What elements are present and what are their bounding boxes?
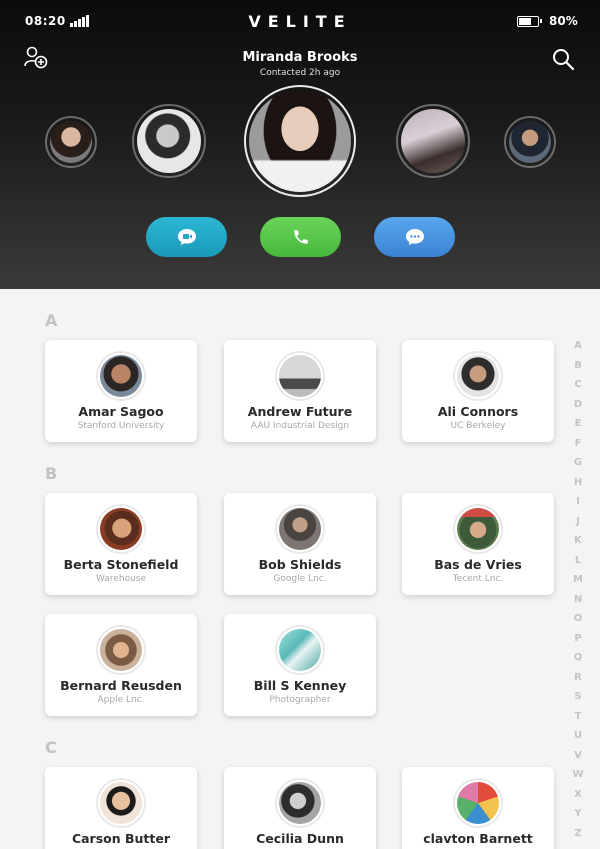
contact-card[interactable]: Amar Sagoo Stanford University xyxy=(45,340,197,442)
alphabet-letter[interactable]: N xyxy=(566,594,590,614)
alphabet-letter[interactable]: C xyxy=(566,379,590,399)
contact-card[interactable]: Bernard Reusden Apple Lnc. xyxy=(45,614,197,716)
alphabet-letter[interactable]: D xyxy=(566,399,590,419)
avatar xyxy=(453,504,503,554)
message-button[interactable] xyxy=(374,217,455,257)
alphabet-letter[interactable]: J xyxy=(566,516,590,536)
contact-subtitle: AAU Industrial Design xyxy=(250,421,350,431)
avatar xyxy=(275,351,325,401)
alphabet-letter[interactable]: B xyxy=(566,360,590,380)
alphabet-letter[interactable]: X xyxy=(566,789,590,809)
avatar xyxy=(96,504,146,554)
alphabet-letter[interactable]: G xyxy=(566,457,590,477)
phone-icon xyxy=(293,230,308,244)
alphabet-letter[interactable]: M xyxy=(566,574,590,594)
call-button[interactable] xyxy=(260,217,341,257)
contact-name: Bas de Vries xyxy=(434,557,522,572)
contact-subtitle: Google Lnc. xyxy=(273,574,327,584)
contact-card[interactable]: Berta Stonefield Warehouse xyxy=(45,493,197,595)
contact-header: 08:20 VELITE 80% Miranda Brooks Contacte… xyxy=(0,0,600,289)
contact-subtitle: UC Berkeley xyxy=(450,421,506,431)
alphabet-letter[interactable]: E xyxy=(566,418,590,438)
carousel-avatar[interactable] xyxy=(45,116,97,168)
avatar xyxy=(96,625,146,675)
avatar xyxy=(275,504,325,554)
contact-card[interactable]: clavton Barnett xyxy=(402,767,554,849)
alphabet-letter[interactable]: O xyxy=(566,613,590,633)
alphabet-letter[interactable]: L xyxy=(566,555,590,575)
chat-bubble-icon xyxy=(405,229,424,245)
section-letter: B xyxy=(45,464,58,483)
alphabet-letter[interactable]: U xyxy=(566,730,590,750)
app-logo: VELITE xyxy=(248,12,352,31)
contact-name: Berta Stonefield xyxy=(63,557,179,572)
contact-name: Carson Butter xyxy=(71,831,171,846)
featured-contact-subtitle: Contacted 2h ago xyxy=(259,68,341,78)
battery-percent: 80% xyxy=(549,14,578,28)
contact-card[interactable]: Ali Connors UC Berkeley xyxy=(402,340,554,442)
alphabet-letter[interactable]: V xyxy=(566,750,590,770)
battery-icon xyxy=(517,16,542,27)
alphabet-letter[interactable]: S xyxy=(566,691,590,711)
avatar xyxy=(96,778,146,828)
alphabet-letter[interactable]: R xyxy=(566,672,590,692)
alphabet-letter[interactable]: K xyxy=(566,535,590,555)
featured-contact-name: Miranda Brooks xyxy=(242,50,358,65)
contact-name: Cecilia Dunn xyxy=(256,831,344,846)
avatar xyxy=(275,625,325,675)
status-bar: 08:20 VELITE 80% xyxy=(0,0,600,44)
contact-card[interactable]: Bill S Kenney Photographer xyxy=(224,614,376,716)
carousel-avatar[interactable] xyxy=(504,116,556,168)
contact-name: Amar Sagoo xyxy=(78,404,164,419)
alphabet-letter[interactable]: Q xyxy=(566,652,590,672)
alphabet-letter[interactable]: H xyxy=(566,477,590,497)
contact-card[interactable]: Bob Shields Google Lnc. xyxy=(224,493,376,595)
contact-subtitle: Warehouse xyxy=(95,574,147,584)
alphabet-letter[interactable]: T xyxy=(566,711,590,731)
alphabet-letter[interactable]: P xyxy=(566,633,590,653)
contact-name: Bill S Kenney xyxy=(253,678,347,693)
contact-card[interactable]: Carson Butter xyxy=(45,767,197,849)
section-letter: C xyxy=(45,738,57,757)
video-chat-button[interactable] xyxy=(146,217,227,257)
contact-card[interactable]: Andrew Future AAU Industrial Design xyxy=(224,340,376,442)
contact-name: clavton Barnett xyxy=(423,831,533,846)
contact-name: Bernard Reusden xyxy=(60,678,182,693)
carousel-avatar[interactable] xyxy=(132,104,206,178)
avatar xyxy=(453,778,503,828)
contact-name: Bob Shields xyxy=(258,557,342,572)
carousel-avatar[interactable] xyxy=(396,104,470,178)
contact-subtitle: Apple Lnc. xyxy=(97,695,145,705)
contact-card[interactable]: Cecilia Dunn xyxy=(224,767,376,849)
alphabet-index[interactable]: ABCDEFGHIJKLMNOPQRSTUVWXYZ xyxy=(566,340,590,847)
alphabet-letter[interactable]: F xyxy=(566,438,590,458)
alphabet-letter[interactable]: Z xyxy=(566,828,590,848)
contact-subtitle: Stanford University xyxy=(77,421,165,431)
section-letter: A xyxy=(45,311,58,330)
contact-subtitle: Photographer xyxy=(269,695,331,705)
alphabet-letter[interactable]: I xyxy=(566,496,590,516)
avatar xyxy=(453,351,503,401)
alphabet-letter[interactable]: Y xyxy=(566,808,590,828)
alphabet-letter[interactable]: W xyxy=(566,769,590,789)
alphabet-letter[interactable]: A xyxy=(566,340,590,360)
contact-name: Ali Connors xyxy=(437,404,519,419)
video-chat-icon xyxy=(177,229,196,245)
contact-card[interactable]: Bas de Vries Tecent Lnc. xyxy=(402,493,554,595)
featured-avatar[interactable] xyxy=(244,85,356,197)
avatar xyxy=(275,778,325,828)
contact-subtitle: Tecent Lnc. xyxy=(452,574,504,584)
avatar xyxy=(96,351,146,401)
contact-name: Andrew Future xyxy=(247,404,353,419)
